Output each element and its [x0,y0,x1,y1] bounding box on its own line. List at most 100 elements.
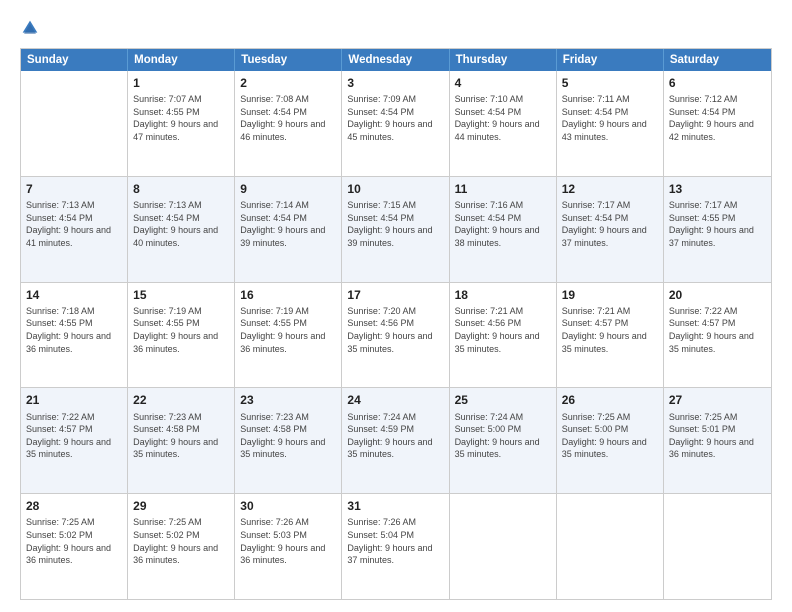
cell-info: Sunrise: 7:23 AMSunset: 4:58 PMDaylight:… [240,411,336,461]
cell-info: Sunrise: 7:24 AMSunset: 4:59 PMDaylight:… [347,411,443,461]
cell-info: Sunrise: 7:22 AMSunset: 4:57 PMDaylight:… [26,411,122,461]
calendar-cell [664,494,771,599]
day-number: 5 [562,75,658,91]
logo-icon [20,18,40,38]
calendar-cell: 4 Sunrise: 7:10 AMSunset: 4:54 PMDaylight… [450,71,557,176]
day-number: 25 [455,392,551,408]
cell-info: Sunrise: 7:25 AMSunset: 5:00 PMDaylight:… [562,411,658,461]
cell-info: Sunrise: 7:26 AMSunset: 5:03 PMDaylight:… [240,516,336,566]
calendar-cell: 28 Sunrise: 7:25 AMSunset: 5:02 PMDayligh… [21,494,128,599]
day-number: 26 [562,392,658,408]
calendar-cell: 7 Sunrise: 7:13 AMSunset: 4:54 PMDaylight… [21,177,128,282]
cell-info: Sunrise: 7:24 AMSunset: 5:00 PMDaylight:… [455,411,551,461]
calendar-cell: 21 Sunrise: 7:22 AMSunset: 4:57 PMDayligh… [21,388,128,493]
calendar: SundayMondayTuesdayWednesdayThursdayFrid… [20,48,772,600]
day-number: 11 [455,181,551,197]
calendar-cell: 31 Sunrise: 7:26 AMSunset: 5:04 PMDayligh… [342,494,449,599]
calendar-cell: 25 Sunrise: 7:24 AMSunset: 5:00 PMDayligh… [450,388,557,493]
calendar-row: 7 Sunrise: 7:13 AMSunset: 4:54 PMDaylight… [21,176,771,282]
day-number: 7 [26,181,122,197]
calendar-row: 28 Sunrise: 7:25 AMSunset: 5:02 PMDayligh… [21,493,771,599]
calendar-cell: 5 Sunrise: 7:11 AMSunset: 4:54 PMDaylight… [557,71,664,176]
day-number: 18 [455,287,551,303]
day-number: 21 [26,392,122,408]
calendar-cell: 10 Sunrise: 7:15 AMSunset: 4:54 PMDayligh… [342,177,449,282]
cell-info: Sunrise: 7:08 AMSunset: 4:54 PMDaylight:… [240,93,336,143]
cell-info: Sunrise: 7:22 AMSunset: 4:57 PMDaylight:… [669,305,766,355]
calendar-cell: 15 Sunrise: 7:19 AMSunset: 4:55 PMDayligh… [128,283,235,388]
day-number: 2 [240,75,336,91]
cell-info: Sunrise: 7:21 AMSunset: 4:56 PMDaylight:… [455,305,551,355]
calendar-page: SundayMondayTuesdayWednesdayThursdayFrid… [0,0,792,612]
calendar-row: 14Sunrise: 7:18 AMSunset: 4:55 PMDayligh… [21,282,771,388]
calendar-cell [450,494,557,599]
cell-info: Sunrise: 7:25 AMSunset: 5:02 PMDaylight:… [26,516,122,566]
day-number: 23 [240,392,336,408]
cell-info: Sunrise: 7:25 AMSunset: 5:01 PMDaylight:… [669,411,766,461]
calendar-cell: 22 Sunrise: 7:23 AMSunset: 4:58 PMDayligh… [128,388,235,493]
calendar-cell: 19Sunrise: 7:21 AMSunset: 4:57 PMDayligh… [557,283,664,388]
day-number: 22 [133,392,229,408]
calendar-cell [21,71,128,176]
cell-info: Sunrise: 7:15 AMSunset: 4:54 PMDaylight:… [347,199,443,249]
day-number: 8 [133,181,229,197]
day-number: 9 [240,181,336,197]
cell-info: Sunrise: 7:19 AMSunset: 4:55 PMDaylight:… [133,305,229,355]
weekday-header: Wednesday [342,49,449,71]
cell-info: Sunrise: 7:17 AMSunset: 4:54 PMDaylight:… [562,199,658,249]
cell-info: Sunrise: 7:13 AMSunset: 4:54 PMDaylight:… [26,199,122,249]
calendar-cell: 9 Sunrise: 7:14 AMSunset: 4:54 PMDaylight… [235,177,342,282]
calendar-cell [557,494,664,599]
day-number: 27 [669,392,766,408]
calendar-cell: 18 Sunrise: 7:21 AMSunset: 4:56 PMDayligh… [450,283,557,388]
weekday-header: Friday [557,49,664,71]
day-number: 28 [26,498,122,514]
day-number: 1 [133,75,229,91]
cell-info: Sunrise: 7:23 AMSunset: 4:58 PMDaylight:… [133,411,229,461]
day-number: 4 [455,75,551,91]
day-number: 6 [669,75,766,91]
cell-info: Sunrise: 7:25 AMSunset: 5:02 PMDaylight:… [133,516,229,566]
day-number: 29 [133,498,229,514]
day-number: 17 [347,287,443,303]
day-number: 14 [26,287,122,303]
weekday-header: Tuesday [235,49,342,71]
calendar-cell: 20Sunrise: 7:22 AMSunset: 4:57 PMDayligh… [664,283,771,388]
calendar-cell: 8 Sunrise: 7:13 AMSunset: 4:54 PMDaylight… [128,177,235,282]
calendar-cell: 17Sunrise: 7:20 AMSunset: 4:56 PMDayligh… [342,283,449,388]
cell-info: Sunrise: 7:10 AMSunset: 4:54 PMDaylight:… [455,93,551,143]
day-number: 24 [347,392,443,408]
calendar-cell: 13Sunrise: 7:17 AMSunset: 4:55 PMDayligh… [664,177,771,282]
calendar-header: SundayMondayTuesdayWednesdayThursdayFrid… [21,49,771,71]
weekday-header: Thursday [450,49,557,71]
calendar-cell: 26 Sunrise: 7:25 AMSunset: 5:00 PMDayligh… [557,388,664,493]
cell-info: Sunrise: 7:11 AMSunset: 4:54 PMDaylight:… [562,93,658,143]
cell-info: Sunrise: 7:12 AMSunset: 4:54 PMDaylight:… [669,93,766,143]
day-number: 15 [133,287,229,303]
calendar-cell: 12 Sunrise: 7:17 AMSunset: 4:54 PMDayligh… [557,177,664,282]
calendar-cell: 3 Sunrise: 7:09 AMSunset: 4:54 PMDaylight… [342,71,449,176]
day-number: 12 [562,181,658,197]
cell-info: Sunrise: 7:21 AMSunset: 4:57 PMDaylight:… [562,305,658,355]
calendar-cell: 16Sunrise: 7:19 AMSunset: 4:55 PMDayligh… [235,283,342,388]
calendar-row: 1 Sunrise: 7:07 AMSunset: 4:55 PMDaylight… [21,71,771,176]
calendar-cell: 6 Sunrise: 7:12 AMSunset: 4:54 PMDaylight… [664,71,771,176]
calendar-cell: 30Sunrise: 7:26 AMSunset: 5:03 PMDayligh… [235,494,342,599]
cell-info: Sunrise: 7:07 AMSunset: 4:55 PMDaylight:… [133,93,229,143]
calendar-cell: 1 Sunrise: 7:07 AMSunset: 4:55 PMDaylight… [128,71,235,176]
cell-info: Sunrise: 7:17 AMSunset: 4:55 PMDaylight:… [669,199,766,249]
day-number: 10 [347,181,443,197]
calendar-cell: 24 Sunrise: 7:24 AMSunset: 4:59 PMDayligh… [342,388,449,493]
day-number: 3 [347,75,443,91]
logo [20,18,44,38]
cell-info: Sunrise: 7:14 AMSunset: 4:54 PMDaylight:… [240,199,336,249]
calendar-cell: 11Sunrise: 7:16 AMSunset: 4:54 PMDayligh… [450,177,557,282]
cell-info: Sunrise: 7:26 AMSunset: 5:04 PMDaylight:… [347,516,443,566]
cell-info: Sunrise: 7:09 AMSunset: 4:54 PMDaylight:… [347,93,443,143]
calendar-cell: 27 Sunrise: 7:25 AMSunset: 5:01 PMDayligh… [664,388,771,493]
weekday-header: Sunday [21,49,128,71]
day-number: 31 [347,498,443,514]
cell-info: Sunrise: 7:13 AMSunset: 4:54 PMDaylight:… [133,199,229,249]
day-number: 16 [240,287,336,303]
calendar-cell: 14Sunrise: 7:18 AMSunset: 4:55 PMDayligh… [21,283,128,388]
